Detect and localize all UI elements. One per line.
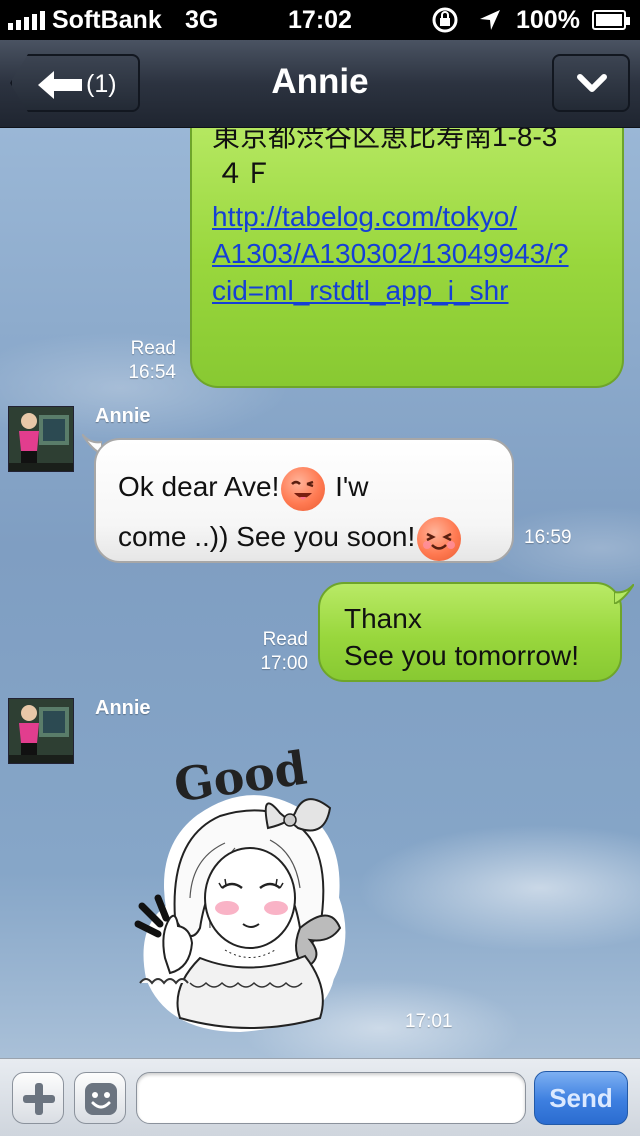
chat-area[interactable]: 東京都渋谷区恵比寿南1-8-3 ４Ｆ http://tabelog.com/to… xyxy=(0,128,640,1058)
chevron-down-icon xyxy=(577,74,607,92)
emoji-sticker-button[interactable] xyxy=(74,1072,126,1124)
status-bar: SoftBank 3G 17:02 100% xyxy=(0,0,640,40)
smiley-face-icon xyxy=(85,1083,117,1115)
rotation-lock-icon xyxy=(432,7,458,33)
message-time: 17:00 xyxy=(260,653,308,674)
smiling-face-emoji-icon xyxy=(417,516,462,561)
outgoing-message-bubble[interactable]: Thanx See you tomorrow! xyxy=(318,582,622,682)
link-line[interactable]: A1303/A130302/13049943/? xyxy=(212,238,569,269)
message-text: 東京都渋谷区恵比寿南1-8-3 xyxy=(212,128,558,152)
avatar-photo xyxy=(9,699,73,763)
message-text-part: come ..)) See you soon! xyxy=(118,521,416,552)
message-link[interactable]: http://tabelog.com/tokyo/ A1303/A130302/… xyxy=(212,198,602,309)
read-receipt: Read xyxy=(130,338,176,359)
sender-name: Annie xyxy=(95,697,151,719)
message-meta: Read 17:00 xyxy=(240,628,308,676)
message-time: 17:01 xyxy=(405,1011,453,1032)
battery-percent: 100% xyxy=(516,6,580,34)
message-meta: Read 16:54 xyxy=(110,337,176,385)
message-text: See you tomorrow! xyxy=(344,640,579,671)
outgoing-message-bubble[interactable]: 東京都渋谷区恵比寿南1-8-3 ４Ｆ http://tabelog.com/to… xyxy=(190,128,624,388)
message-text-part: Ok dear Ave! xyxy=(118,471,280,502)
sender-name: Annie xyxy=(95,405,151,427)
add-attachment-button[interactable] xyxy=(12,1072,64,1124)
message-text: come ..)) See you soon! xyxy=(118,512,490,562)
bubble-tail xyxy=(614,584,634,604)
location-arrow-icon xyxy=(480,10,500,30)
message-text-part: I'w xyxy=(335,471,369,502)
incoming-message-bubble[interactable]: Ok dear Ave! I'w come ..)) See you soon! xyxy=(94,438,514,563)
avatar-photo xyxy=(9,407,73,471)
message-text: Ok dear Ave! I'w xyxy=(118,462,490,512)
read-receipt: Read xyxy=(262,629,308,650)
avatar[interactable] xyxy=(8,406,74,472)
battery-icon xyxy=(592,10,630,30)
link-line[interactable]: cid=ml_rstdtl_app_i_shr xyxy=(212,275,509,306)
plus-icon xyxy=(23,1083,55,1115)
message-time: 16:54 xyxy=(128,362,176,383)
message-input[interactable] xyxy=(136,1072,526,1124)
link-line[interactable]: http://tabelog.com/tokyo/ xyxy=(212,201,517,232)
nav-bar: (1) Annie xyxy=(0,40,640,128)
message-time: 16:59 xyxy=(524,527,572,548)
sticker-good-girl[interactable]: Good xyxy=(130,728,360,1038)
message-text: Thanx xyxy=(344,603,422,634)
avatar[interactable] xyxy=(8,698,74,764)
send-button[interactable]: Send xyxy=(534,1071,628,1125)
menu-dropdown-button[interactable] xyxy=(552,54,630,112)
message-text: ４Ｆ xyxy=(216,158,273,189)
chat-title: Annie xyxy=(271,62,369,101)
winking-face-emoji-icon xyxy=(281,466,326,511)
message-input-bar: Send xyxy=(0,1058,640,1136)
